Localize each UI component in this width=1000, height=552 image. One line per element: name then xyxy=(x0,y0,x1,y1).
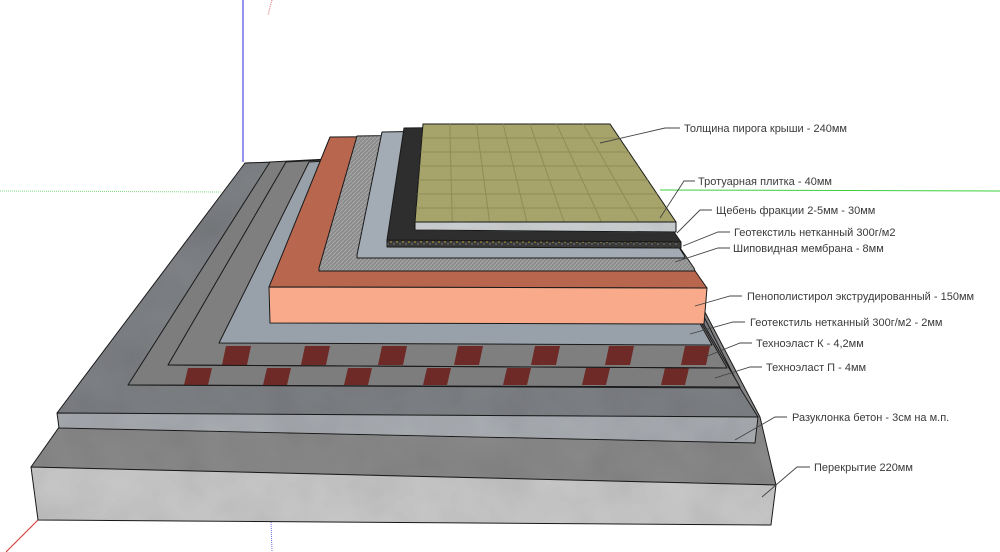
membrane-stripe xyxy=(454,346,483,365)
label-paver: Тротуарная плитка - 40мм xyxy=(698,176,832,188)
label-slab: Перекрытие 220мм xyxy=(814,462,913,474)
membrane-stripe xyxy=(661,368,689,385)
green-axis xyxy=(659,189,1000,192)
label-membrane: Шиповидная мембрана - 8мм xyxy=(733,243,884,255)
green-axis-dotted xyxy=(0,190,223,193)
leader-geotextile-top xyxy=(682,231,730,247)
membrane-stripe xyxy=(378,346,407,365)
paver-front xyxy=(414,221,677,233)
diagram-canvas: Толщина пирога крыши - 240мм Тротуарная … xyxy=(0,0,1000,552)
membrane-stripe xyxy=(222,346,251,365)
membrane-stripe xyxy=(301,346,330,365)
red-axis xyxy=(5,519,39,552)
red-axis-dotted xyxy=(267,0,273,16)
membrane-stripe xyxy=(263,368,291,385)
label-gravel: Щебень фракции 2-5мм - 30мм xyxy=(716,205,875,217)
membrane-stripe xyxy=(344,368,372,385)
eps-front xyxy=(268,286,708,325)
membrane-stripe xyxy=(184,368,212,385)
membrane-stripe xyxy=(531,346,560,365)
membrane-stripe xyxy=(503,368,531,385)
label-screed: Разуклонка бетон - 3см на м.п. xyxy=(792,412,949,424)
layer-paver xyxy=(414,123,677,233)
label-eps: Пенополистирол экструдированный - 150мм xyxy=(747,291,974,303)
membrane-stripe xyxy=(423,368,451,385)
membrane-stripe xyxy=(582,368,610,385)
membrane-stripe xyxy=(605,346,634,365)
paver-top xyxy=(414,123,677,223)
label-geotextile-bottom: Геотекстиль нетканный 300г/м2 - 2мм xyxy=(750,317,942,329)
roof-layers-diagram: Толщина пирога крыши - 240мм Тротуарная … xyxy=(0,0,1000,552)
label-total: Толщина пирога крыши - 240мм xyxy=(684,123,847,135)
leader-gravel xyxy=(676,209,712,234)
label-technoelast-k: Техноэласт К - 4,2мм xyxy=(756,338,864,350)
membrane-stripe xyxy=(681,346,710,365)
blue-axis-dotted xyxy=(270,519,273,552)
gravel-front xyxy=(386,239,682,249)
label-geotextile-top: Геотекстиль нетканный 300г/м2 xyxy=(734,227,895,239)
label-technoelast-p: Техноэласт П - 4мм xyxy=(766,362,866,374)
